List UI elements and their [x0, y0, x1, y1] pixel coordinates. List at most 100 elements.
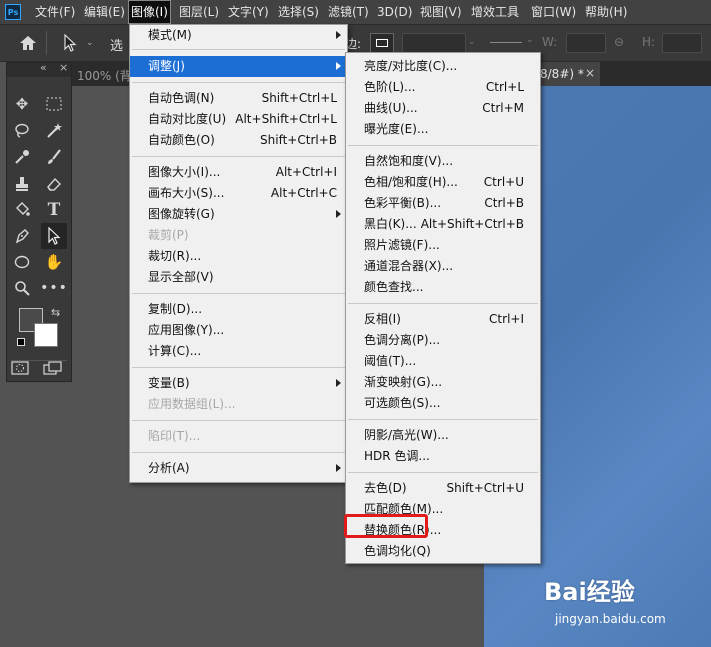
document-tab-title: 8/8#) *: [540, 67, 584, 81]
menu-item-color-balance[interactable]: 色彩平衡(B)... Ctrl+B: [346, 193, 540, 214]
menu-3d[interactable]: 3D(D): [377, 0, 412, 24]
swap-colors-icon[interactable]: ⇆: [51, 306, 60, 319]
menu-item-threshold[interactable]: 阈值(T)...: [346, 351, 540, 372]
stroke-type-dropdown[interactable]: ⌄: [486, 33, 536, 51]
menu-plugins[interactable]: 增效工具: [471, 0, 519, 24]
more-tools-icon[interactable]: •••: [40, 277, 67, 299]
menu-item-hue-saturation[interactable]: 色相/饱和度(H)... Ctrl+U: [346, 172, 540, 193]
menu-item-image-size[interactable]: 图像大小(I)... Alt+Ctrl+I: [130, 162, 347, 183]
menu-item-levels[interactable]: 色阶(L)... Ctrl+L: [346, 77, 540, 98]
w-label: W:: [542, 35, 558, 49]
menu-item-gradient-map[interactable]: 渐变映射(G)...: [346, 372, 540, 393]
menu-item-trim[interactable]: 裁切(R)...: [130, 246, 347, 267]
quick-mask-icon[interactable]: [11, 361, 31, 377]
stamp-icon[interactable]: [9, 173, 35, 195]
menu-item-equalize[interactable]: 色调均化(Q): [346, 541, 540, 562]
menu-item-auto-tone[interactable]: 自动色调(N) Shift+Ctrl+L: [130, 88, 347, 109]
height-field[interactable]: [662, 33, 702, 53]
stroke-color-swatch[interactable]: [370, 33, 394, 53]
menu-filter[interactable]: 滤镜(T): [328, 0, 369, 24]
link-icon[interactable]: ⊖: [614, 35, 624, 49]
home-icon[interactable]: [18, 34, 38, 52]
lasso-tool-icon[interactable]: [9, 119, 35, 141]
menu-type[interactable]: 文字(Y): [228, 0, 269, 24]
menu-select[interactable]: 选择(S): [278, 0, 319, 24]
menu-item-adjustments[interactable]: 调整(J): [130, 56, 347, 77]
menu-window[interactable]: 窗口(W): [531, 0, 576, 24]
menu-item-canvas-size[interactable]: 画布大小(S)... Alt+Ctrl+C: [130, 183, 347, 204]
menu-item-apply-data-set: 应用数据组(L)...: [148, 397, 236, 411]
menu-item-auto-color[interactable]: 自动颜色(O) Shift+Ctrl+B: [130, 130, 347, 151]
move-tool-preset-icon[interactable]: [62, 33, 78, 52]
path-selection-tool-icon[interactable]: [41, 223, 67, 249]
default-colors-icon[interactable]: [17, 338, 25, 346]
menu-item-shadows-highlights[interactable]: 阴影/高光(W)...: [346, 425, 540, 446]
menu-separator: [348, 419, 538, 420]
zoom-tool-icon[interactable]: [9, 277, 35, 299]
menu-item-crop: 裁剪(P): [148, 228, 189, 242]
background-color-swatch[interactable]: [34, 323, 58, 347]
menu-item-variables[interactable]: 变量(B): [130, 373, 347, 394]
menu-separator: [132, 49, 345, 50]
eraser-icon[interactable]: [41, 173, 67, 195]
menu-item-duplicate[interactable]: 复制(D)...: [130, 299, 347, 320]
menubar: Ps 文件(F) 编辑(E) 图像(I) 图层(L) 文字(Y) 选择(S) 滤…: [0, 0, 711, 25]
menu-item-posterize[interactable]: 色调分离(P)...: [346, 330, 540, 351]
paint-bucket-icon[interactable]: [9, 199, 35, 221]
menu-item-curves[interactable]: 曲线(U)... Ctrl+M: [346, 98, 540, 119]
menu-separator: [132, 156, 345, 157]
h-label: H:: [642, 35, 656, 49]
menu-item-image-rotation[interactable]: 图像旋转(G): [130, 204, 347, 225]
menu-layer[interactable]: 图层(L): [179, 0, 219, 24]
close-icon[interactable]: ×: [59, 61, 68, 74]
close-icon[interactable]: ×: [585, 66, 595, 80]
document-tab-title-left[interactable]: 100% (背: [77, 67, 132, 84]
menu-item-black-white[interactable]: 黑白(K)... Alt+Shift+Ctrl+B: [346, 214, 540, 235]
menu-item-exposure[interactable]: 曝光度(E)...: [346, 119, 540, 140]
eyedropper-icon[interactable]: [9, 146, 35, 168]
menu-item-apply-image[interactable]: 应用图像(Y)...: [130, 320, 347, 341]
collapse-icon[interactable]: «: [40, 61, 47, 74]
menu-item-color-lookup[interactable]: 颜色查找...: [346, 277, 540, 298]
menu-separator: [132, 82, 345, 83]
menu-item-vibrance[interactable]: 自然饱和度(V)...: [346, 151, 540, 172]
menu-separator: [348, 472, 538, 473]
type-tool-icon[interactable]: T: [41, 199, 67, 221]
adjustments-submenu: 亮度/对比度(C)... 色阶(L)... Ctrl+L 曲线(U)... Ctrl…: [345, 52, 541, 564]
menu-image[interactable]: 图像(I): [128, 0, 171, 24]
screen-mode-icon[interactable]: [43, 361, 63, 377]
menu-separator: [348, 145, 538, 146]
menu-item-hdr-toning[interactable]: HDR 色调...: [346, 446, 540, 467]
menu-item-photo-filter[interactable]: 照片滤镜(F)...: [346, 235, 540, 256]
menu-item-auto-contrast[interactable]: 自动对比度(U) Alt+Shift+Ctrl+L: [130, 109, 347, 130]
move-tool-icon[interactable]: ✥: [9, 93, 35, 115]
chevron-down-icon[interactable]: ⌄: [86, 38, 94, 48]
document-tab-active[interactable]: 8/8#) * ×: [540, 62, 600, 86]
menu-separator: [132, 293, 345, 294]
menu-item-analysis[interactable]: 分析(A): [130, 458, 347, 479]
marquee-tool-icon[interactable]: [41, 93, 67, 115]
chevron-down-icon[interactable]: ⌄: [468, 37, 476, 47]
menu-edit[interactable]: 编辑(E): [84, 0, 125, 24]
pen-tool-icon[interactable]: [9, 225, 35, 247]
menu-file[interactable]: 文件(F): [35, 0, 75, 24]
menu-item-mode[interactable]: 模式(M): [130, 25, 347, 46]
magic-wand-icon[interactable]: [41, 119, 67, 141]
brush-icon[interactable]: [41, 146, 67, 168]
ellipse-tool-icon[interactable]: [9, 251, 35, 273]
menu-item-channel-mixer[interactable]: 通道混合器(X)...: [346, 256, 540, 277]
menu-help[interactable]: 帮助(H): [585, 0, 627, 24]
hand-tool-icon[interactable]: ✋: [41, 251, 67, 273]
width-field[interactable]: [566, 33, 606, 53]
menu-item-desaturate[interactable]: 去色(D) Shift+Ctrl+U: [346, 478, 540, 499]
menu-item-calculations[interactable]: 计算(C)...: [130, 341, 347, 362]
tools-panel-header: « ×: [7, 61, 71, 77]
menu-item-brightness-contrast[interactable]: 亮度/对比度(C)...: [346, 56, 540, 77]
menu-item-reveal-all[interactable]: 显示全部(V): [130, 267, 347, 288]
watermark-url: jingyan.baidu.com: [555, 612, 666, 626]
menu-view[interactable]: 视图(V): [420, 0, 462, 24]
submenu-arrow-icon: [336, 62, 341, 70]
menu-item-invert[interactable]: 反相(I) Ctrl+I: [346, 309, 540, 330]
menu-item-selective-color[interactable]: 可选颜色(S)...: [346, 393, 540, 414]
stroke-width-field[interactable]: [402, 33, 466, 53]
